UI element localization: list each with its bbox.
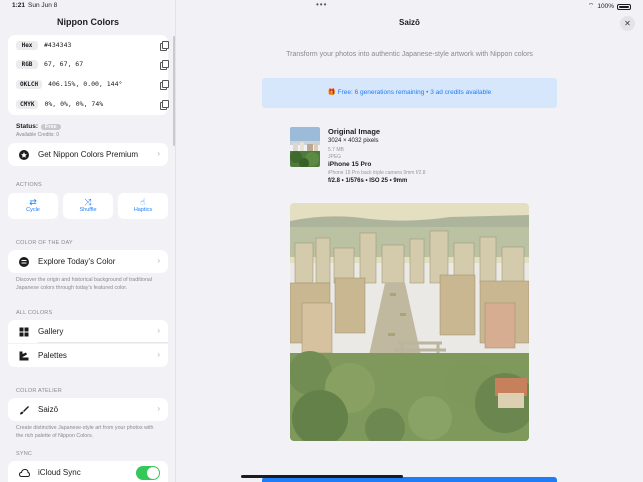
credits-text: Available Credits: 0 xyxy=(16,132,59,138)
cycle-button[interactable]: ⇄ Cycle xyxy=(8,193,58,219)
original-size: 5.7 MB xyxy=(328,147,344,153)
saizo-button[interactable]: Saizō › xyxy=(8,398,168,421)
original-title: Original Image xyxy=(328,127,381,136)
hand-tap-icon: ☝ xyxy=(140,197,146,207)
atelier-header: COLOR ATELIER xyxy=(16,388,62,394)
star-badge-icon xyxy=(17,149,31,160)
sidebar: Nippon Colors Hex #434343 RGB 67, 67, 67… xyxy=(0,0,176,482)
battery-percent: 100% xyxy=(597,3,614,10)
shuffle-icon: ⤨ xyxy=(84,197,92,207)
cotd-header: COLOR OF THE DAY xyxy=(16,240,73,246)
code-label: Hex xyxy=(16,40,38,50)
code-row-oklch: OKLCH 406.15%, 0.00, 144° xyxy=(16,77,169,91)
original-dimensions: 3024 × 4032 pixels xyxy=(328,138,379,144)
color-codes-card: Hex #434343 RGB 67, 67, 67 OKLCH 406.15%… xyxy=(8,35,169,115)
saizo-description: Create distinctive Japanese-style art fr… xyxy=(16,425,154,439)
code-value: 406.15%, 0.00, 144° xyxy=(48,80,123,88)
haptics-button[interactable]: ☝ Haptics xyxy=(118,193,168,219)
explore-label: Explore Today's Color xyxy=(38,257,116,266)
code-row-rgb: RGB 67, 67, 67 xyxy=(16,57,169,71)
shuffle-button[interactable]: ⤨ Shuffle xyxy=(63,193,113,219)
wifi-icon: ⌔ xyxy=(587,3,595,10)
icloud-sync-row: iCloud Sync xyxy=(8,461,168,482)
gallery-label: Gallery xyxy=(38,327,64,336)
close-icon: ✕ xyxy=(624,19,631,28)
original-device: iPhone 15 Pro xyxy=(328,161,372,168)
code-row-cmyk: CMYK 0%, 0%, 0%, 74% xyxy=(16,97,169,111)
cloud-icon xyxy=(17,468,31,477)
original-format: JPEG xyxy=(328,154,342,160)
original-image-thumbnail[interactable] xyxy=(290,127,320,167)
paintbrush-icon xyxy=(17,405,31,415)
divider xyxy=(38,342,168,343)
original-lens: iPhone 15 Pro back triple camera 9mm f/2… xyxy=(328,170,426,176)
shuffle-label: Shuffle xyxy=(79,207,97,213)
page-title: Saizō xyxy=(399,18,420,27)
explore-description: Discover the origin and historical backg… xyxy=(16,277,153,291)
all-colors-header: ALL COLORS xyxy=(16,310,53,316)
icloud-label: iCloud Sync xyxy=(38,468,81,477)
close-button[interactable]: ✕ xyxy=(620,16,635,31)
explore-today-button[interactable]: Explore Today's Color › xyxy=(8,250,168,273)
multitasking-dots-icon[interactable]: ••• xyxy=(316,0,327,9)
saizo-label: Saizō xyxy=(38,405,59,414)
home-indicator xyxy=(241,475,403,478)
gallery-button[interactable]: Gallery › xyxy=(8,320,168,343)
copy-icon[interactable] xyxy=(160,80,169,90)
haptics-label: Haptics xyxy=(133,207,153,213)
status-label: Status: xyxy=(16,123,39,130)
original-exif: f/2.8 • 1/576s • ISO 25 • 9mm xyxy=(328,178,408,184)
sync-header: SYNC xyxy=(16,451,33,457)
status-badge: Free xyxy=(41,123,61,130)
palettes-label: Palettes xyxy=(38,351,67,360)
chevron-right-icon: › xyxy=(157,149,160,158)
credits-banner: 🎁 Free: 6 generations remaining • 3 ad c… xyxy=(262,78,557,108)
arrows-cycle-icon: ⇄ xyxy=(29,197,37,207)
palette-circle-icon xyxy=(17,256,31,267)
palettes-button[interactable]: Palettes › xyxy=(8,344,168,367)
status-time: 1:21 xyxy=(12,2,26,9)
premium-button[interactable]: Get Nippon Colors Premium › xyxy=(8,143,168,166)
cycle-label: Cycle xyxy=(26,207,40,213)
chevron-right-icon: › xyxy=(157,256,160,265)
copy-icon[interactable] xyxy=(160,60,169,70)
code-value: 67, 67, 67 xyxy=(44,60,84,68)
battery-icon xyxy=(617,3,631,10)
code-label: RGB xyxy=(16,59,38,69)
status-date: Sun Jun 8 xyxy=(28,2,58,9)
generated-artwork-image[interactable] xyxy=(290,203,529,441)
code-value: 0%, 0%, 0%, 74% xyxy=(44,100,104,108)
sidebar-scrollbar[interactable] xyxy=(173,36,175,146)
chevron-right-icon: › xyxy=(157,404,160,413)
copy-icon[interactable] xyxy=(160,41,169,51)
chevron-right-icon: › xyxy=(157,326,160,335)
actions-header: ACTIONS xyxy=(16,182,42,188)
grid-icon xyxy=(17,327,31,337)
palette-swatch-icon xyxy=(17,351,31,361)
main-panel: Saizō ✕ Transform your photos into authe… xyxy=(176,0,643,482)
tagline: Transform your photos into authentic Jap… xyxy=(286,51,533,58)
code-label: OKLCH xyxy=(16,79,43,89)
icloud-sync-toggle[interactable] xyxy=(136,466,160,480)
copy-icon[interactable] xyxy=(160,100,169,110)
code-label: CMYK xyxy=(16,99,39,109)
sidebar-title: Nippon Colors xyxy=(57,17,119,27)
status-line: Status: Free xyxy=(16,123,61,130)
status-right: ⌔ 100% xyxy=(588,2,631,11)
chevron-right-icon: › xyxy=(157,350,160,359)
status-bar: 1:21 Sun Jun 8 ••• ⌔ 100% xyxy=(0,0,643,12)
code-row-hex: Hex #434343 xyxy=(16,38,169,52)
premium-label: Get Nippon Colors Premium xyxy=(38,150,139,159)
code-value: #434343 xyxy=(44,41,72,49)
